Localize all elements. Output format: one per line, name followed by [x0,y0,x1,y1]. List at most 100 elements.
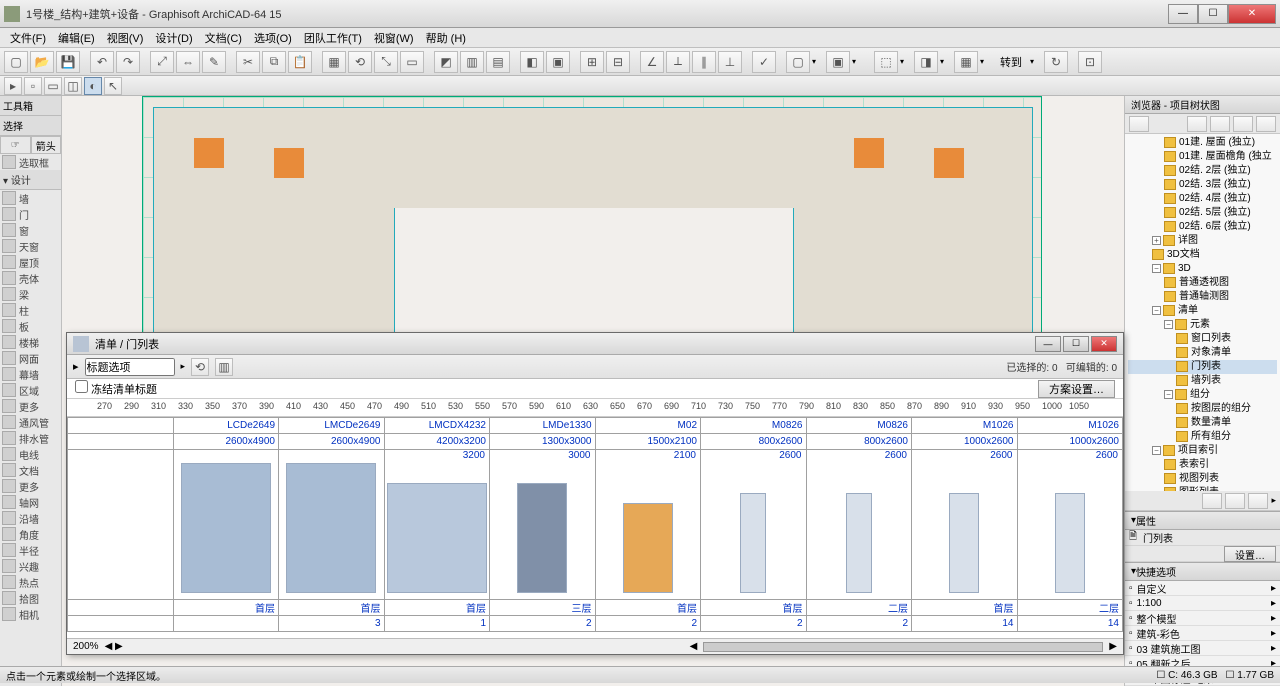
tool-icon[interactable]: ⊞ [580,51,604,73]
scroll-left-icon[interactable]: ◀ [690,641,698,652]
tree-node[interactable]: +详图 [1128,234,1277,248]
toolbox-tool[interactable]: 更多 [0,478,61,494]
tree-node[interactable]: −组分 [1128,388,1277,402]
tree-node[interactable]: −清单 [1128,304,1277,318]
tool-icon[interactable]: ▦ [322,51,346,73]
tool-icon[interactable]: ⊡ [1078,51,1102,73]
nav-icon[interactable] [1233,116,1253,132]
tool-open-icon[interactable]: 📂 [30,51,54,73]
tree-node[interactable]: 02结. 2层 (独立) [1128,164,1277,178]
tree-node[interactable]: 01建. 屋面 (独立) [1128,136,1277,150]
tool-redo-icon[interactable]: ↷ [116,51,140,73]
toolbox-tool[interactable]: 通风管 [0,414,61,430]
tree-node[interactable]: 所有组分 [1128,430,1277,444]
toolbox-tool[interactable]: 板 [0,318,61,334]
menu-item[interactable]: 文档(C) [199,28,248,48]
toolbox-tool[interactable]: 柱 [0,302,61,318]
menu-item[interactable]: 帮助 (H) [420,28,472,48]
toolbox-tool[interactable]: 半径 [0,542,61,558]
tree-node[interactable]: −项目索引 [1128,444,1277,458]
menu-item[interactable]: 文件(F) [4,28,52,48]
tree-node[interactable]: 窗口列表 [1128,332,1277,346]
tree-node[interactable]: 01建. 屋面檐角 (独立 [1128,150,1277,164]
scheme-settings-button[interactable]: 方案设置… [1038,380,1115,398]
tool-new-icon[interactable]: ▢ [4,51,28,73]
tool-icon[interactable]: ◐ [84,77,102,95]
nav-action-icon[interactable] [1248,493,1268,509]
tool-icon[interactable]: ⤢ [150,51,174,73]
tool-icon[interactable]: ⇔ [176,51,200,73]
quick-option-row[interactable]: ▫03 建筑施工图▸ [1125,641,1280,656]
project-tree[interactable]: 01建. 屋面 (独立)01建. 屋面檐角 (独立02结. 2层 (独立)02结… [1125,134,1280,491]
nav-view-icon[interactable] [1129,116,1149,132]
nav-action-icon[interactable] [1202,493,1222,509]
sched-tool-icon[interactable]: ▥ [215,358,233,376]
tool-icon[interactable]: ▭ [44,77,62,95]
pointer-icon[interactable]: ↖ [104,77,122,95]
toolbox-tool[interactable]: 窗 [0,222,61,238]
schedule-titlebar[interactable]: 清单 / 门列表 — ☐ ✕ [67,333,1123,355]
tool-icon[interactable]: ◨ [914,51,938,73]
quick-option-row[interactable]: ▫建筑-彩色▸ [1125,626,1280,641]
tool-icon[interactable]: ▢ [786,51,810,73]
menu-item[interactable]: 视窗(W) [368,28,420,48]
nav-action-icon[interactable] [1225,493,1245,509]
tree-node[interactable]: 02结. 3层 (独立) [1128,178,1277,192]
tool-icon[interactable]: ▣ [546,51,570,73]
toolbox-tool[interactable]: 壳体 [0,270,61,286]
tool-save-icon[interactable]: 💾 [56,51,80,73]
toolbox-tool[interactable]: 区域 [0,382,61,398]
quick-option-row[interactable]: ▫自定义▸ [1125,581,1280,596]
tool-icon[interactable]: ⊟ [606,51,630,73]
nav-icon[interactable] [1256,116,1276,132]
toolbox-tool[interactable]: 梁 [0,286,61,302]
tool-icon[interactable]: ▭ [400,51,424,73]
toolbox-tool[interactable]: 文档 [0,462,61,478]
toolbox-tool[interactable]: 角度 [0,526,61,542]
maximize-button[interactable]: ☐ [1198,4,1228,24]
tool-icon[interactable]: ∠ [640,51,664,73]
tool-icon[interactable]: ✎ [202,51,226,73]
minimize-button[interactable]: — [1168,4,1198,24]
toolbox-tool[interactable]: 热点 [0,574,61,590]
marquee-tool[interactable]: 选取框 [0,154,61,170]
tree-node[interactable]: 02结. 6层 (独立) [1128,220,1277,234]
arrow-icon[interactable]: ▸ [4,77,22,95]
floorplan-canvas[interactable] [142,96,1042,356]
door-schedule-table[interactable]: LCDe2649LMCDe2649LMCDX4232LMDe1330M02M08… [67,417,1123,632]
toolbox-tool[interactable]: 兴趣 [0,558,61,574]
settings-button[interactable]: 设置… [1224,546,1276,562]
tree-node[interactable]: 表索引 [1128,458,1277,472]
tree-node[interactable]: 视图列表 [1128,472,1277,486]
toolbox-tool[interactable]: 门 [0,206,61,222]
tool-cut-icon[interactable]: ✂ [236,51,260,73]
tool-icon[interactable]: ⊥ [718,51,742,73]
freeze-checkbox[interactable]: 冻结清单标题 [75,380,157,397]
tool-icon[interactable]: ▣ [826,51,850,73]
tool-icon[interactable]: ∥ [692,51,716,73]
tool-icon[interactable]: ◧ [520,51,544,73]
toolbox-tool[interactable]: 拾图 [0,590,61,606]
tool-icon[interactable]: ⟲ [348,51,372,73]
toolbox-tool[interactable]: 幕墙 [0,366,61,382]
menu-item[interactable]: 视图(V) [101,28,150,48]
tool-copy-icon[interactable]: ⧉ [262,51,286,73]
schedule-minimize-button[interactable]: — [1035,336,1061,352]
tool-icon[interactable]: ▥ [460,51,484,73]
tree-node[interactable]: 普通透视图 [1128,276,1277,290]
tool-icon[interactable]: ↻ [1044,51,1068,73]
tree-node[interactable]: 按图层的组分 [1128,402,1277,416]
tool-icon[interactable]: ⤡ [374,51,398,73]
quick-option-row[interactable]: ▫整个模型▸ [1125,611,1280,626]
tree-node[interactable]: 对象清单 [1128,346,1277,360]
tool-paste-icon[interactable]: 📋 [288,51,312,73]
navto-label[interactable]: 转到 [994,54,1028,70]
tree-node[interactable]: −元素 [1128,318,1277,332]
tree-node[interactable]: 02结. 5层 (独立) [1128,206,1277,220]
tree-node[interactable]: 墙列表 [1128,374,1277,388]
tool-icon[interactable]: ⬚ [874,51,898,73]
tool-icon[interactable]: ▦ [954,51,978,73]
tool-icon[interactable]: ▤ [486,51,510,73]
tool-icon[interactable]: ▫ [24,77,42,95]
toolbox-tool[interactable]: 天窗 [0,238,61,254]
